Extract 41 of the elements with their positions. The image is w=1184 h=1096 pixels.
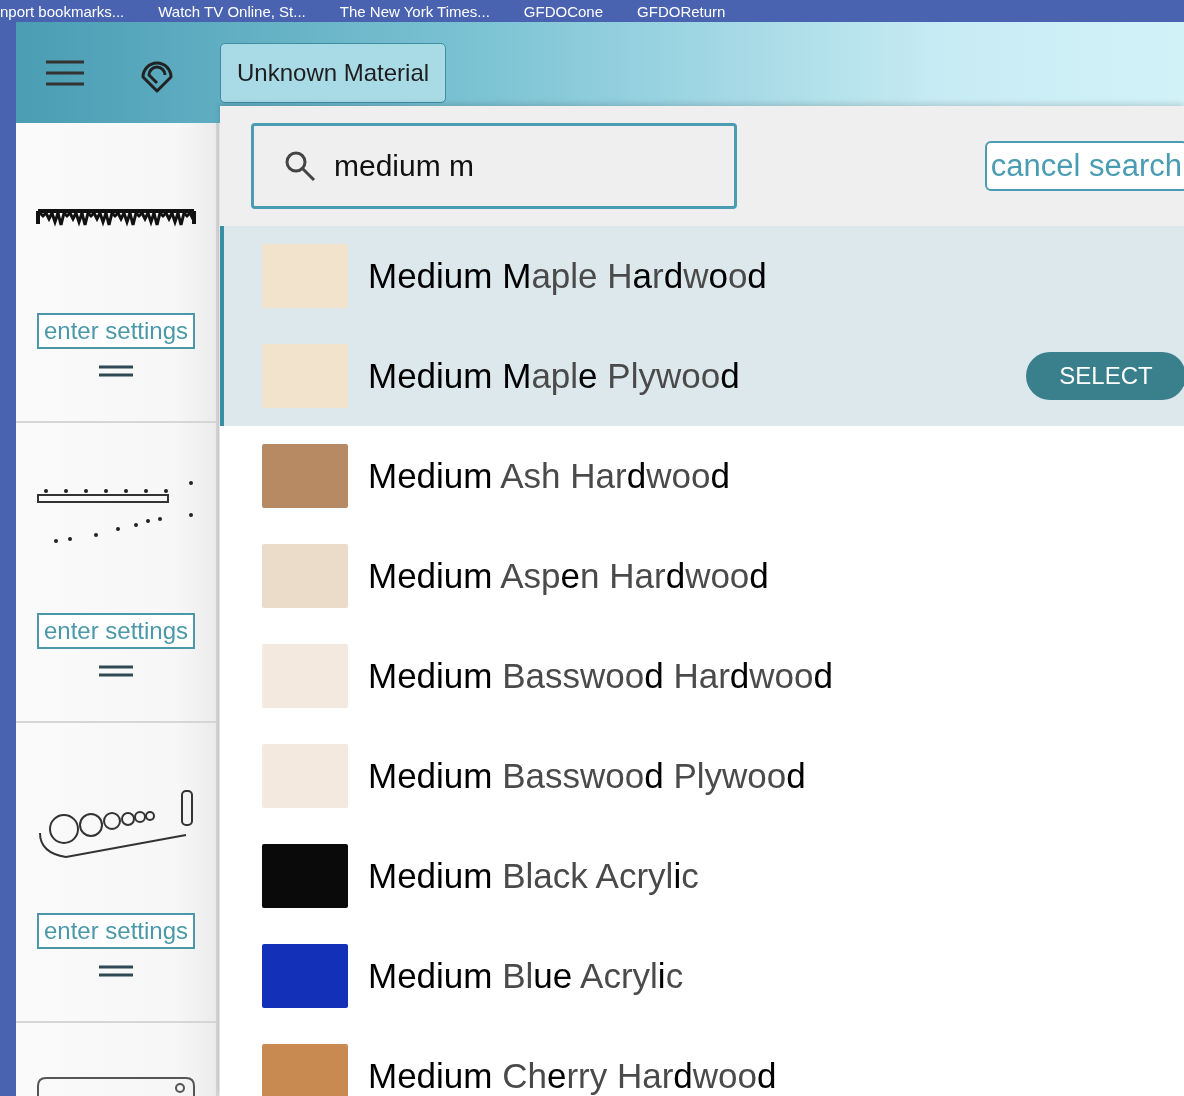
bookmark-link[interactable]: Watch TV Online, St... — [158, 2, 306, 20]
material-name: Medium Aspen Hardwood — [368, 556, 769, 596]
material-row[interactable]: Medium Black Acrylic — [220, 826, 1184, 926]
material-row[interactable]: Medium Aspen Hardwood — [220, 526, 1184, 626]
drag-handle-icon[interactable] — [99, 965, 133, 977]
material-name: Medium Maple Hardwood — [368, 256, 767, 296]
menu-icon[interactable] — [46, 59, 84, 86]
drag-handle-icon[interactable] — [99, 365, 133, 377]
material-row[interactable]: Medium Cherry Hardwood — [220, 1026, 1184, 1096]
search-field[interactable]: medium m — [251, 123, 737, 209]
design-card[interactable]: enter settings — [16, 423, 216, 723]
material-row[interactable]: Medium Blue Acrylic — [220, 926, 1184, 1026]
material-row[interactable]: Medium Maple Plywood SELECT — [220, 326, 1184, 426]
material-name: Medium Basswood Hardwood — [368, 656, 833, 696]
material-row[interactable]: Medium Ash Hardwood — [220, 426, 1184, 526]
fringe-thumbnail-icon — [36, 208, 196, 228]
drag-handle-icon[interactable] — [99, 665, 133, 677]
bookmark-link[interactable]: nport bookmarks... — [0, 2, 125, 20]
bookmark-link[interactable]: The New York Times... — [339, 2, 490, 20]
search-input[interactable]: medium m — [332, 148, 716, 184]
search-icon — [284, 150, 316, 182]
material-name: Medium Blue Acrylic — [368, 956, 684, 996]
select-button[interactable]: SELECT — [1026, 352, 1184, 400]
bookmark-link[interactable]: GFDOCone — [523, 2, 604, 20]
design-card[interactable]: enter settings — [16, 123, 216, 423]
material-row[interactable]: Medium Basswood Hardwood — [220, 626, 1184, 726]
bookmark-link[interactable]: GFDOReturn — [637, 2, 726, 20]
enter-settings-button[interactable]: enter settings — [36, 613, 196, 649]
material-name: Medium Maple Plywood — [368, 356, 740, 396]
material-name: Medium Basswood Plywood — [368, 756, 806, 796]
material-row[interactable]: Medium Maple Hardwood — [220, 226, 1184, 326]
frame-thumbnail-icon — [36, 1077, 196, 1096]
cancel-search-button[interactable]: cancel search — [984, 141, 1184, 191]
material-button[interactable]: Unknown Material — [220, 42, 447, 103]
material-name: Medium Black Acrylic — [368, 856, 699, 896]
material-name: Medium Cherry Hardwood — [368, 1056, 777, 1096]
design-card[interactable]: enter settings — [16, 723, 216, 1023]
material-row[interactable]: Medium Basswood Plywood — [220, 726, 1184, 826]
enter-settings-button[interactable]: enter settings — [36, 313, 196, 349]
enter-settings-button[interactable]: enter settings — [36, 913, 196, 949]
material-name: Medium Ash Hardwood — [368, 456, 730, 496]
